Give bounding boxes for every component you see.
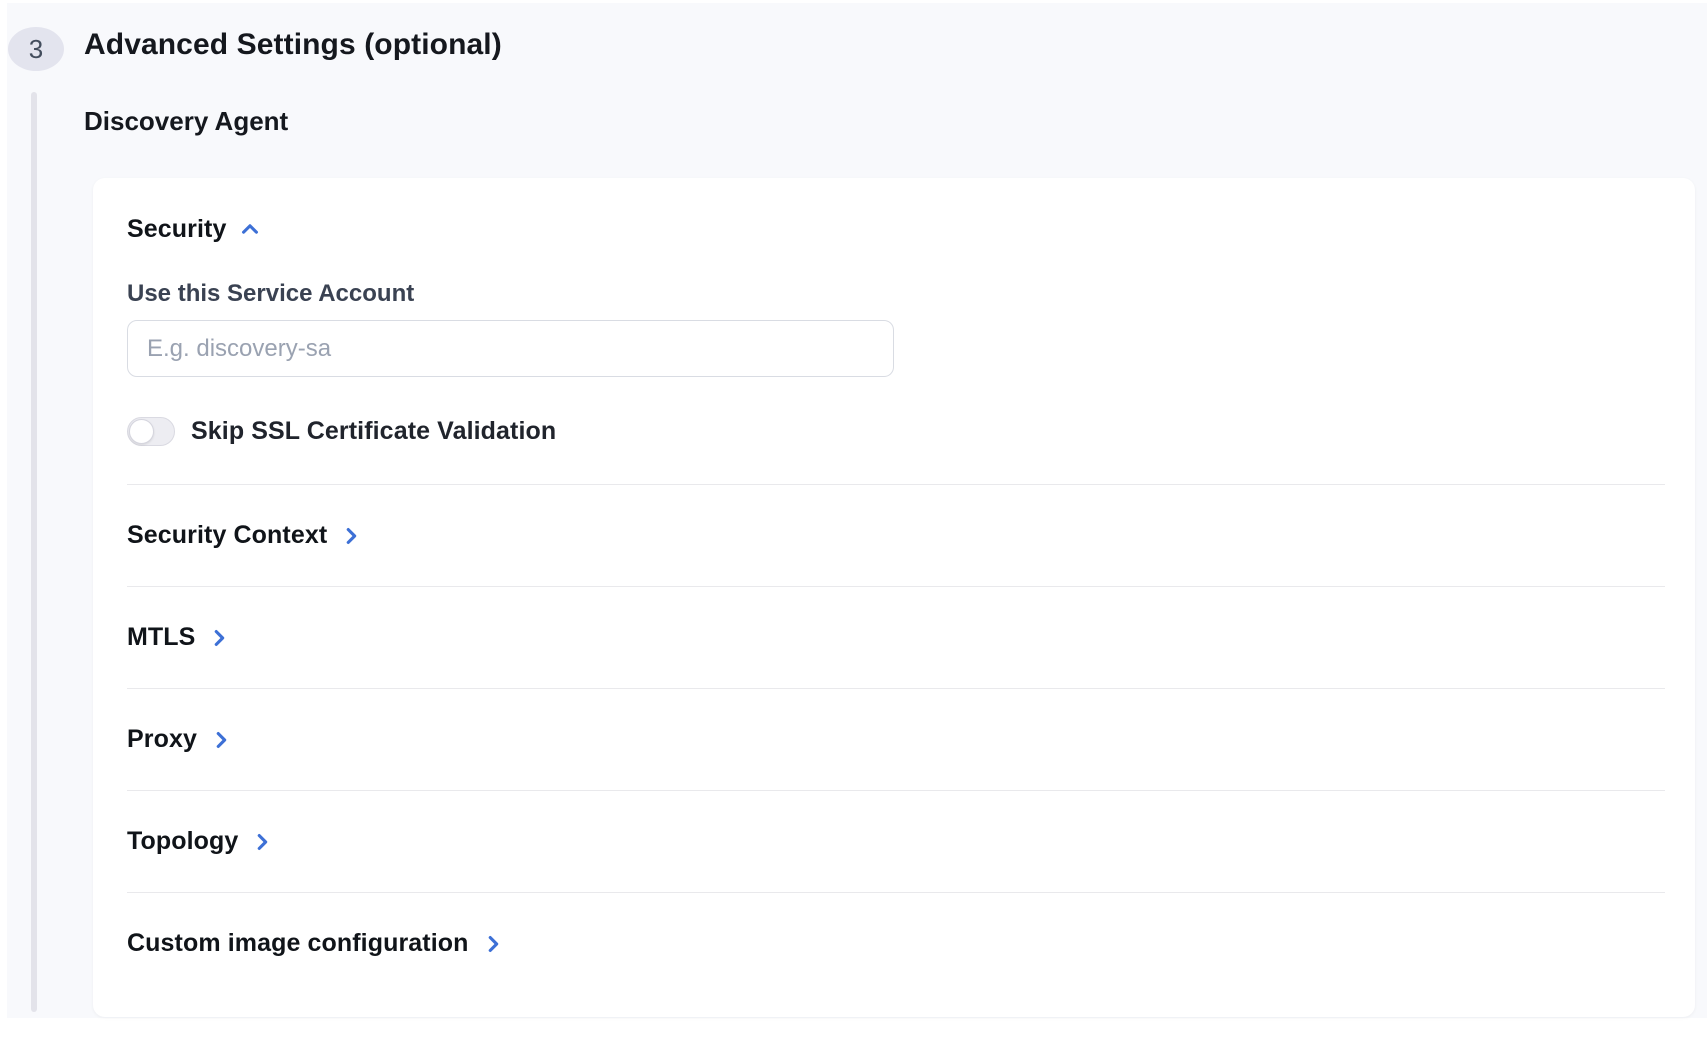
accordion-row-custom-image-configuration[interactable]: Custom image configuration bbox=[127, 893, 504, 994]
accordion-label-topology: Topology bbox=[127, 827, 238, 856]
section-title: Discovery Agent bbox=[84, 106, 288, 137]
ssl-toggle-label: Skip SSL Certificate Validation bbox=[191, 417, 556, 446]
divider bbox=[127, 688, 1665, 689]
accordion-header-security[interactable]: Security bbox=[127, 214, 261, 244]
accordion-label-security: Security bbox=[127, 215, 226, 244]
accordion-row-mtls[interactable]: MTLS bbox=[127, 587, 230, 688]
divider bbox=[127, 586, 1665, 587]
discovery-agent-card: Security Use this Service Account Skip S… bbox=[93, 178, 1695, 1017]
accordion-label-proxy: Proxy bbox=[127, 725, 197, 754]
chevron-right-icon bbox=[340, 525, 362, 547]
advanced-settings-screen: 3 Advanced Settings (optional) Discovery… bbox=[0, 0, 1707, 1049]
ssl-toggle-switch[interactable] bbox=[127, 417, 175, 446]
page-title: Advanced Settings (optional) bbox=[84, 27, 502, 63]
ssl-toggle-row: Skip SSL Certificate Validation bbox=[127, 409, 556, 453]
chevron-right-icon bbox=[210, 729, 232, 751]
accordion-label-security-context: Security Context bbox=[127, 521, 327, 550]
chevron-right-icon bbox=[482, 933, 504, 955]
step-number: 3 bbox=[29, 36, 43, 62]
step-connector-line bbox=[31, 92, 37, 1012]
accordion-label-custom-image-configuration: Custom image configuration bbox=[127, 929, 469, 958]
toggle-knob bbox=[129, 419, 154, 444]
accordion-row-security-context[interactable]: Security Context bbox=[127, 485, 362, 586]
accordion-label-mtls: MTLS bbox=[127, 623, 195, 652]
accordion-row-proxy[interactable]: Proxy bbox=[127, 689, 232, 790]
service-account-input[interactable] bbox=[127, 320, 894, 377]
chevron-right-icon bbox=[208, 627, 230, 649]
accordion-row-topology[interactable]: Topology bbox=[127, 791, 273, 892]
service-account-label: Use this Service Account bbox=[127, 280, 1665, 308]
divider bbox=[127, 790, 1665, 791]
chevron-up-icon bbox=[239, 218, 261, 240]
step-number-badge: 3 bbox=[8, 27, 64, 71]
chevron-right-icon bbox=[251, 831, 273, 853]
